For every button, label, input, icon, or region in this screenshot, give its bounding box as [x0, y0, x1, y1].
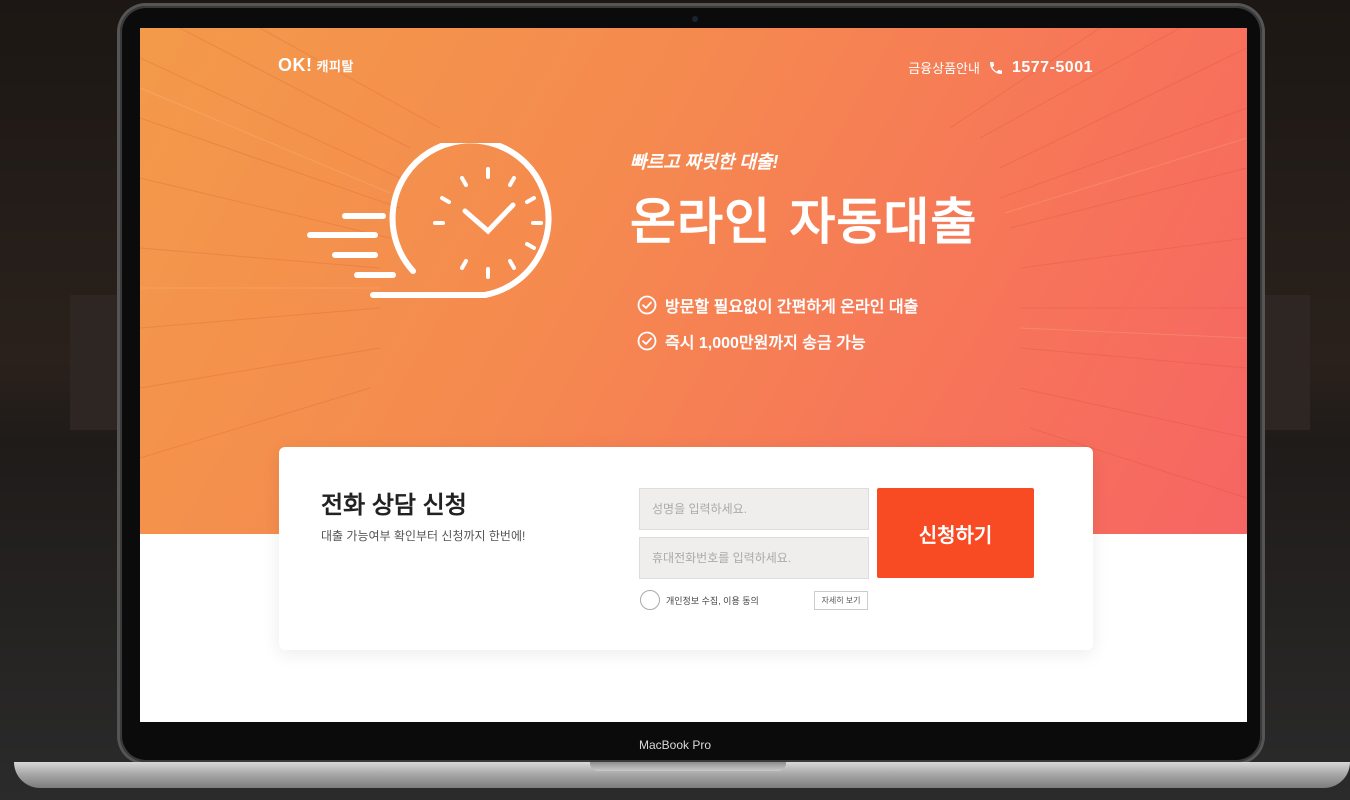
benefit-item: 즉시 1,000만원까지 송금 가능	[637, 329, 918, 353]
form-title: 전화 상담 신청	[321, 492, 467, 519]
benefit-list: 방문할 필요없이 간편하게 온라인 대출 즉시 1,000만원까지 송금 가능	[637, 293, 918, 365]
benefit-text: 방문할 필요없이 간편하게 온라인 대출	[665, 299, 919, 316]
detail-button[interactable]: 자세히 보기	[814, 591, 868, 610]
phone-input[interactable]	[639, 537, 869, 579]
top-nav: 금융상품안내 1577-5001	[908, 58, 1093, 77]
consent-radio[interactable]	[640, 590, 660, 610]
consent-option[interactable]: 개인정보 수집, 이용 동의	[640, 590, 759, 610]
hero-kicker: 빠르고 짜릿한 대출!	[630, 152, 779, 172]
laptop-notch	[590, 762, 786, 771]
hero-text: 빠르고 짜릿한 대출! 온라인 자동대출	[630, 148, 977, 254]
device-label: MacBook Pro	[638, 738, 712, 752]
name-input[interactable]	[639, 488, 869, 530]
clock-icon	[307, 143, 552, 298]
nav-products-link[interactable]: 금융상품안내	[908, 58, 980, 77]
benefit-text: 즉시 1,000만원까지 송금 가능	[665, 335, 866, 352]
hero-title: 온라인 자동대출	[630, 193, 978, 251]
submit-button[interactable]: 신청하기	[877, 488, 1034, 578]
laptop-screen: OK! 캐피탈 금융상품안내 1577-5001 빠르고 짜릿한 대출! 온라인…	[140, 28, 1247, 722]
camera-icon	[692, 16, 698, 22]
form-subtitle: 대출 가능여부 확인부터 신청까지 한번에!	[321, 529, 526, 543]
logo-mark: OK!	[278, 55, 313, 75]
benefit-item: 방문할 필요없이 간편하게 온라인 대출	[637, 293, 918, 317]
top-bar: OK! 캐피탈 금융상품안내 1577-5001	[140, 28, 1247, 98]
consultation-form: 전화 상담 신청 대출 가능여부 확인부터 신청까지 한번에! 신청하기 개인정…	[279, 447, 1093, 650]
phone-icon	[989, 61, 1002, 74]
consent-label: 개인정보 수집, 이용 동의	[666, 595, 759, 606]
brand-logo[interactable]: OK! 캐피탈	[278, 55, 354, 76]
check-circle-icon	[637, 295, 657, 315]
check-circle-icon	[637, 331, 657, 351]
phone-number[interactable]: 1577-5001	[1012, 59, 1093, 77]
logo-text: 캐피탈	[316, 59, 354, 74]
